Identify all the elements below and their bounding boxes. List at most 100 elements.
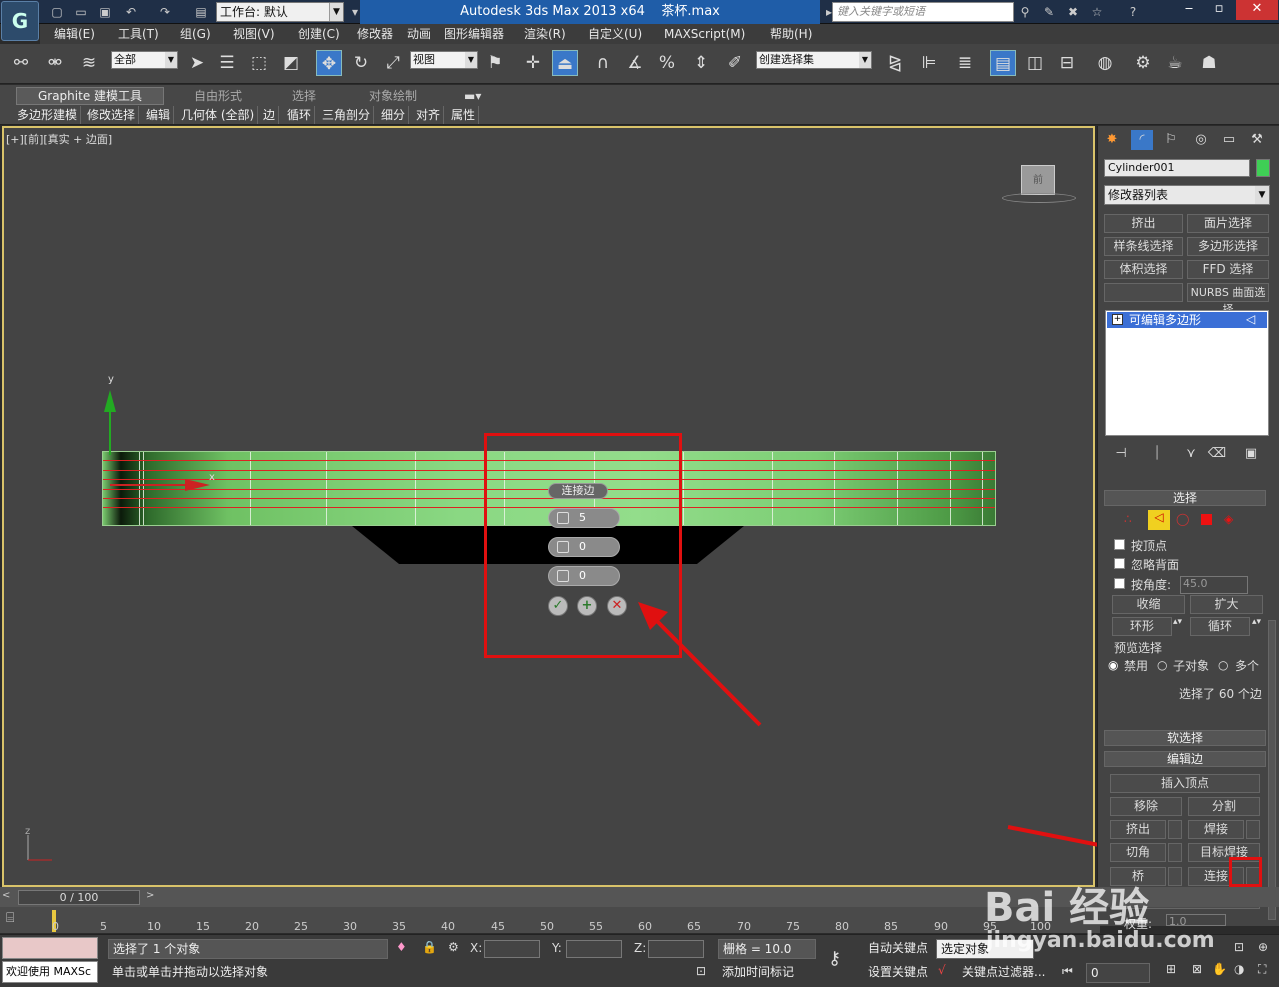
menu-tools[interactable]: 工具(T) (118, 24, 159, 44)
workspace-dropdown[interactable]: 工作台: 默认 ▼ (216, 2, 344, 22)
remove-button[interactable]: 移除 (1110, 797, 1182, 816)
select-and-manipulate-icon[interactable]: ✛ (520, 50, 546, 76)
by-vertex-checkbox[interactable] (1114, 539, 1125, 550)
weight-spinner[interactable]: 1.0 (1166, 914, 1226, 928)
menu-create[interactable]: 创建(C) (298, 24, 340, 44)
chamfer-button[interactable]: 切角 (1110, 843, 1166, 862)
time-slider-prev-icon[interactable]: < (2, 890, 10, 901)
select-object-icon[interactable]: ➤ (184, 50, 210, 76)
tab-selection[interactable]: 选择 (292, 88, 316, 104)
isolate-selection-icon[interactable]: ♦ (396, 940, 407, 954)
border-mode-icon[interactable]: ◯ (1176, 512, 1189, 526)
favorites-star-icon[interactable]: ☆ (1088, 3, 1106, 21)
quick-ffd-select-button[interactable]: FFD 选择 (1187, 260, 1269, 279)
angle-spinner[interactable]: 45.0 (1180, 576, 1248, 594)
chamfer-settings-button[interactable] (1168, 843, 1182, 862)
command-panel-scrollbar[interactable] (1268, 620, 1276, 920)
ring-button[interactable]: 环形 (1112, 617, 1172, 636)
preview-subobj-radio[interactable]: ○ (1157, 658, 1167, 672)
tab-object-paint[interactable]: 对象绘制 (369, 88, 417, 104)
polygon-mode-icon[interactable] (1201, 514, 1212, 525)
field-of-view-icon[interactable]: ⊠ (1192, 962, 1202, 976)
loop-spinner-icon[interactable]: ▴▾ (1252, 617, 1261, 627)
new-file-icon[interactable]: ▢ (48, 3, 66, 21)
menu-rendering[interactable]: 渲染(R) (524, 24, 566, 44)
make-unique-icon[interactable]: ⋎ (1180, 444, 1202, 464)
key-filter-curve-icon[interactable]: √ (938, 963, 946, 977)
rollout-selection[interactable]: 选择 (1104, 490, 1266, 506)
shrink-button[interactable]: 收缩 (1112, 595, 1185, 614)
menu-graph-editors[interactable]: 图形编辑器 (444, 24, 504, 44)
ribbon-properties[interactable]: 属性 (448, 106, 480, 124)
link-icon[interactable]: ⚯ (8, 50, 34, 76)
ring-spinner-icon[interactable]: ▴▾ (1173, 617, 1182, 627)
ribbon-options-icon[interactable]: ▬▾ (464, 88, 481, 104)
element-mode-icon[interactable]: ◈ (1224, 512, 1233, 526)
object-color-swatch[interactable] (1256, 159, 1270, 177)
ribbon-subdivision[interactable]: 细分 (378, 106, 410, 124)
select-and-scale-icon[interactable]: ⤢ (380, 50, 406, 76)
rendered-frame-icon[interactable]: ☕ (1162, 50, 1188, 76)
maximize-button[interactable]: ▫ (1204, 0, 1234, 20)
zoom-extents-icon[interactable]: ⊞ (1166, 962, 1176, 976)
select-and-rotate-icon[interactable]: ↻ (348, 50, 374, 76)
stack-item-editable-poly[interactable]: 可编辑多边形 (1107, 312, 1267, 328)
set-key-mode-icon[interactable]: ⚷ (828, 948, 841, 969)
expand-plus-icon[interactable]: + (1112, 314, 1123, 325)
time-slider-next-icon[interactable]: > (146, 890, 154, 901)
graphite-toggle-icon[interactable]: ▤ (990, 50, 1016, 76)
render-production-icon[interactable]: ☗ (1196, 50, 1222, 76)
quick-poly-select-button[interactable]: 多边形选择 (1187, 237, 1269, 256)
curve-editor-icon[interactable]: ◫ (1022, 50, 1048, 76)
ribbon-edit[interactable]: 编辑 (143, 106, 175, 124)
display-tab-icon[interactable]: ▭ (1218, 130, 1240, 150)
select-and-move-icon[interactable]: ✥ (316, 50, 342, 76)
window-crossing-icon[interactable]: ◩ (278, 50, 304, 76)
binoculars-icon[interactable]: ⚲ (1016, 3, 1034, 21)
zoom-all-icon[interactable]: ⊕ (1258, 940, 1268, 954)
preview-off-radio[interactable]: ◉ (1108, 658, 1118, 672)
angle-snap-icon[interactable]: ∡ (622, 50, 648, 76)
menu-maxscript[interactable]: MAXScript(M) (664, 24, 745, 44)
viewport-label[interactable]: [+][前][真实 + 边面] (6, 131, 112, 147)
set-key-button[interactable]: 设置关键点 (864, 963, 934, 983)
undo-icon[interactable]: ↶ (122, 3, 140, 21)
absolute-mode-icon[interactable]: ⚙ (448, 940, 459, 954)
ribbon-loops[interactable]: 循环 (284, 106, 316, 124)
minimize-button[interactable]: ‒ (1174, 0, 1204, 20)
extrude-button[interactable]: 挤出 (1110, 820, 1166, 839)
by-angle-checkbox[interactable] (1114, 578, 1125, 589)
hierarchy-tab-icon[interactable]: ⚐ (1160, 130, 1182, 150)
mirror-icon[interactable]: ⧎ (882, 50, 908, 76)
save-icon[interactable]: ▣ (96, 3, 114, 21)
show-end-result-icon[interactable]: ⏐ (1146, 444, 1168, 464)
object-name-field[interactable]: Cylinder001 (1104, 159, 1250, 177)
key-filters-button[interactable]: 关键点过滤器... (958, 963, 1050, 983)
viewcube-icon[interactable]: 前 (1021, 165, 1055, 195)
z-coord-field[interactable] (648, 940, 704, 958)
help-icon[interactable]: ? (1124, 3, 1142, 21)
ribbon-geometry-all[interactable]: 几何体 (全部) (178, 106, 259, 124)
rectangle-selection-icon[interactable]: ⬚ (246, 50, 272, 76)
project-folder-icon[interactable]: ▤ (192, 3, 210, 21)
close-button[interactable]: ✕ (1236, 0, 1278, 20)
preview-multi-radio[interactable]: ○ (1218, 658, 1228, 672)
quick-nurbs-select-button[interactable]: NURBS 曲面选择 (1187, 283, 1269, 316)
motion-tab-icon[interactable]: ◎ (1190, 130, 1212, 150)
ribbon-modify-selection[interactable]: 修改选择 (84, 106, 140, 124)
ribbon-polygon-modeling[interactable]: 多边形建模 (14, 106, 82, 124)
time-tag-icon[interactable]: ⊡ (696, 964, 706, 978)
quick-patch-select-button[interactable]: 面片选择 (1187, 214, 1269, 233)
quick-empty-button[interactable] (1104, 283, 1183, 302)
modify-tab-icon[interactable]: ◜ (1131, 130, 1153, 150)
quick-vol-select-button[interactable]: 体积选择 (1104, 260, 1183, 279)
selection-lock-icon[interactable]: 🔒 (422, 940, 437, 954)
quick-extrude-button[interactable]: 挤出 (1104, 214, 1183, 233)
ribbon-edges[interactable]: 边 (260, 106, 280, 124)
grow-button[interactable]: 扩大 (1190, 595, 1263, 614)
auto-key-button[interactable]: 自动关键点 (864, 939, 934, 959)
y-coord-field[interactable] (566, 940, 622, 958)
mini-curve-editor-icon[interactable]: ⌸ (6, 910, 14, 926)
edge-mode-icon[interactable]: ◁ (1148, 510, 1170, 530)
subscription-icon[interactable]: ✎ (1040, 3, 1058, 21)
